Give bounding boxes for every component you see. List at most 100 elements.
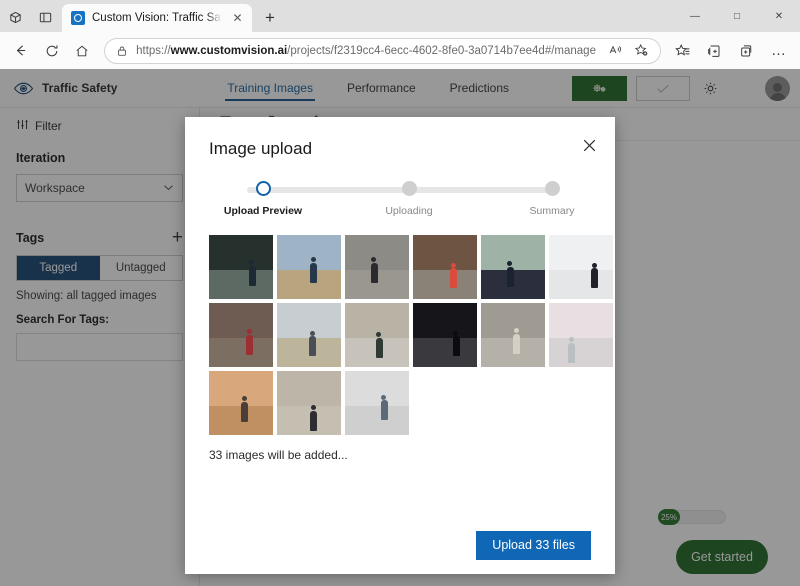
url-text: https://www.customvision.ai/projects/f23… [136, 44, 596, 57]
thumb-background [549, 303, 613, 339]
image-upload-dialog: Image upload Upload Preview Uploading Su… [185, 117, 615, 574]
step-label: Uploading [385, 205, 433, 217]
thumb-figure-head [241, 395, 247, 401]
thumb-figure-head [310, 404, 316, 410]
thumb-figure [591, 268, 599, 289]
thumbnail-desert-man-walking[interactable] [209, 371, 273, 435]
thumb-background [481, 303, 545, 339]
thumbnail-pink-glass-facade[interactable] [549, 303, 613, 367]
thumb-figure [309, 336, 316, 357]
upload-stepper: Upload Preview Uploading Summary [209, 181, 591, 227]
thumb-background [209, 303, 273, 339]
step-uploading[interactable]: Uploading [354, 181, 464, 217]
thumb-background [413, 303, 477, 339]
thumb-figure-head [246, 329, 252, 335]
thumb-figure [241, 401, 248, 422]
step-dot [401, 181, 417, 196]
browser-navbar: https://www.customvision.ai/projects/f23… [0, 32, 800, 69]
refresh-icon[interactable] [37, 36, 67, 66]
thumb-figure-head [450, 262, 456, 268]
thumbnail-grid [209, 235, 613, 435]
upload-files-button[interactable]: Upload 33 files [476, 530, 591, 560]
maximize-button[interactable]: □ [716, 0, 758, 32]
address-bar[interactable]: https://www.customvision.ai/projects/f23… [104, 37, 661, 64]
thumb-background [277, 371, 341, 407]
step-dot [255, 181, 271, 196]
thumbnail-street-woman-phone[interactable] [209, 235, 273, 299]
thumbnail-alley-woman-red-dress[interactable] [209, 303, 273, 367]
thumb-background [345, 371, 409, 407]
home-icon[interactable] [67, 36, 97, 66]
close-window-button[interactable]: ✕ [758, 0, 800, 32]
thumbnail-bridge-pedestrians[interactable] [277, 303, 341, 367]
thumb-background [481, 235, 545, 271]
settings-more-icon[interactable]: … [764, 36, 794, 66]
collections-icon[interactable] [700, 36, 730, 66]
tab-close-icon[interactable]: ✕ [229, 10, 246, 27]
step-upload-preview[interactable]: Upload Preview [208, 181, 318, 217]
omnibox-actions [604, 39, 654, 63]
thumb-foreground [345, 406, 409, 435]
browser-tab[interactable]: Custom Vision: Traffic Safety - Tra ✕ [62, 4, 252, 32]
thumb-figure [248, 265, 256, 286]
thumb-background [209, 235, 273, 271]
thumbnail-atrium-man-walking[interactable] [549, 235, 613, 299]
thumb-background [277, 235, 341, 271]
thumb-figure [513, 333, 520, 354]
step-label: Upload Preview [223, 205, 303, 217]
thumb-figure-head [591, 262, 597, 268]
lock-icon [116, 45, 128, 57]
thumbnail-man-walking-ramp[interactable] [481, 235, 545, 299]
thumbnail-man-running-stairs[interactable] [345, 371, 409, 435]
new-tab-button[interactable]: + [256, 4, 284, 32]
thumb-background [413, 235, 477, 271]
thumbnail-woman-walking-wall[interactable] [345, 303, 409, 367]
thumb-figure [370, 263, 378, 284]
window-controls: — □ ✕ [674, 0, 800, 32]
thumb-foreground [549, 270, 613, 299]
thumb-foreground [209, 338, 273, 367]
minimize-button[interactable]: — [674, 0, 716, 32]
browser-essentials-icon[interactable] [732, 36, 762, 66]
thumb-figure-head [568, 336, 574, 342]
dialog-footer: Upload 33 files [185, 516, 615, 574]
browser-toolbar-right: … [668, 36, 794, 66]
step-label: Summary [529, 205, 575, 217]
step-summary[interactable]: Summary [497, 181, 607, 217]
close-icon[interactable] [577, 133, 601, 157]
thumb-figure [246, 335, 254, 355]
dialog-title: Image upload [209, 139, 313, 158]
thumb-figure [310, 263, 318, 284]
thumb-foreground [277, 270, 341, 299]
thumbnail-night-two-men[interactable] [413, 303, 477, 367]
thumb-figure [380, 400, 388, 421]
tab-search-icon[interactable] [30, 2, 60, 32]
thumbnail-woman-stone-steps[interactable] [481, 303, 545, 367]
back-icon[interactable] [6, 36, 36, 66]
step-dot [544, 181, 560, 196]
page-viewport: Traffic Safety Training Images Performan… [0, 69, 800, 586]
read-aloud-icon[interactable] [604, 39, 628, 63]
thumbnail-city-skyline-man[interactable] [277, 235, 341, 299]
custom-vision-favicon [71, 11, 85, 25]
thumb-figure-head [453, 330, 459, 336]
thumbnail-dancer-stone-wall[interactable] [277, 371, 341, 435]
thumb-figure-head [513, 327, 519, 333]
favorites-icon[interactable] [668, 36, 698, 66]
browser-window: Custom Vision: Traffic Safety - Tra ✕ + … [0, 0, 800, 586]
thumb-background [209, 371, 273, 407]
images-count-note: 33 images will be added... [209, 448, 348, 462]
tab-actions-icon[interactable] [0, 2, 30, 32]
thumbnail-crosswalk-group[interactable] [345, 235, 409, 299]
thumb-figure [452, 336, 460, 357]
thumb-figure [375, 337, 383, 358]
thumb-foreground [413, 270, 477, 299]
thumb-foreground [277, 406, 341, 435]
thumb-figure [568, 342, 576, 363]
thumb-background [549, 235, 613, 271]
thumb-figure [450, 268, 458, 289]
browser-tabstrip: Custom Vision: Traffic Safety - Tra ✕ + … [0, 0, 800, 32]
tab-title: Custom Vision: Traffic Safety - Tra [92, 12, 222, 24]
thumbnail-kyoto-red-umbrella[interactable] [413, 235, 477, 299]
add-favorite-icon[interactable] [630, 39, 654, 63]
